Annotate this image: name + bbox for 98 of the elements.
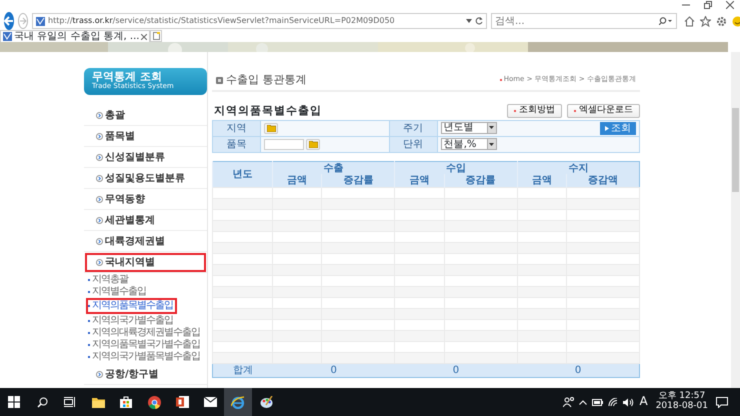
arrow-circle-icon [96,258,103,266]
arrow-circle-icon [96,238,103,244]
restore-icon[interactable] [704,1,712,9]
folder-icon [308,140,318,148]
submenu-link[interactable]: 지역별수출입 [88,286,148,298]
sidebar-item[interactable]: 품목별 [84,126,207,147]
form-label: 단위 [389,136,438,152]
total-value: 0 [272,363,395,378]
search-icon[interactable] [36,396,48,408]
refresh-icon[interactable] [475,17,483,25]
period-select[interactable]: 년도별 [440,122,497,134]
search-icon[interactable] [659,17,673,25]
notification-icon[interactable] [716,396,728,408]
column-header: 증감률 [322,174,395,188]
arrow-circle-icon [96,370,103,378]
column-header: 증감액 [566,174,640,188]
folder-icon[interactable] [92,396,104,408]
column-header: 금액 [517,174,567,188]
sidebar-title: 무역통계 조회 [92,71,162,83]
start-icon[interactable] [8,396,20,408]
arrow-right-icon [19,17,27,25]
sidebar-item[interactable]: 국내지역별 [84,252,207,273]
shopping-bag-icon[interactable] [120,396,132,408]
arrow-circle-icon [96,196,103,202]
column-group-header: 수출 [272,161,395,174]
address-bar[interactable]: http://trass.or.kr/service/statistic/StatisticsViewServlet?mainServiceURL=P02M09D050 [32,13,487,29]
section-title: 수출입 통관통계 [226,74,306,86]
new-tab-button[interactable] [150,30,162,42]
settings-icon[interactable] [716,16,726,26]
folder-icon [266,124,276,132]
column-header: 년도 [212,161,272,188]
toolbar-button[interactable]: 조회방법 [507,104,562,118]
task-view-icon[interactable] [64,397,76,407]
sidebar-item[interactable]: 세관별통계 [84,210,207,231]
browser-tab[interactable]: 국내 유일의 수출입 통계, ... [0,30,150,42]
paint-palette-icon[interactable] [260,396,272,408]
mail-icon[interactable] [204,397,216,407]
total-label: 합계 [212,363,272,378]
url-text: http://trass.or.kr/service/statistic/StatisticsViewServlet?mainServiceURL=P02M09D050 [48,16,396,26]
caret-up-icon[interactable] [579,400,588,404]
total-value: 0 [394,363,518,378]
column-header: 증감률 [444,174,518,188]
folder-button[interactable] [264,122,278,134]
arrow-circle-icon [96,154,103,160]
scrollbar[interactable] [731,52,740,388]
breadcrumb-bullet-icon [500,79,502,82]
search-field[interactable]: 검색... [491,13,677,29]
total-value: 0 [517,363,640,378]
presentation-app-icon[interactable] [176,396,188,408]
item-input[interactable] [264,138,304,150]
column-group-header: 수입 [394,161,518,174]
submenu-link[interactable]: 지역총괄 [88,274,130,286]
input-language-indicator[interactable]: A [639,395,648,409]
dropdown-icon[interactable] [466,19,472,23]
search-button[interactable]: 조회 [600,122,636,135]
wifi-icon[interactable] [608,398,618,406]
favorites-star-icon[interactable] [700,16,710,26]
web-browser-icon[interactable] [231,396,245,408]
sidebar-item[interactable]: 신성질별분류 [84,147,207,168]
arrow-circle-icon [96,132,103,140]
toolbar-button[interactable]: 엑셀다운로드 [567,104,640,118]
arrow-left-icon [4,16,14,26]
submenu-link[interactable]: 지역의국가별품목별수출입 [88,351,202,363]
people-icon[interactable] [563,397,574,407]
close-icon[interactable] [141,34,148,40]
submenu-link[interactable]: 지역의국가별수출입 [88,315,175,327]
column-header: 금액 [272,174,322,188]
section-bullet-icon [216,76,223,84]
arrow-circle-icon [96,216,103,224]
dropdown-icon [489,142,494,146]
submenu-link[interactable]: 지역의품목별국가별수출입 [88,339,202,351]
sidebar-item[interactable]: 총괄 [84,105,207,126]
sidebar-item[interactable]: 공항/항구별 [84,364,207,385]
submenu-link[interactable]: 지역의대륙경제권별수출입 [88,327,202,339]
volume-icon[interactable] [623,398,634,406]
arrow-circle-icon [96,174,103,182]
browser-icon[interactable] [148,396,160,408]
smiley-icon[interactable] [732,16,740,26]
home-icon[interactable] [684,16,694,26]
sidebar-item[interactable]: 대륙경제권별 [84,231,207,252]
folder-button[interactable] [306,138,320,150]
form-label: 주기 [389,120,438,136]
column-header: 금액 [394,174,444,188]
close-icon[interactable] [726,1,734,9]
clock[interactable]: 오후 12:57 2018-08-01 [656,392,708,412]
sidebar-item[interactable]: 무역동향 [84,189,207,210]
sidebar-item[interactable]: 성질및용도별분류 [84,168,207,189]
column-group-header: 수지 [517,161,640,174]
form-label: 지역 [212,120,260,136]
battery-icon[interactable] [592,398,604,406]
submenu-link[interactable]: 지역의품목별수출입 [88,300,175,312]
play-icon [605,126,609,131]
form-label: 품목 [212,136,260,152]
arrow-circle-icon [96,112,103,118]
dropdown-icon [489,126,494,130]
page-title: 지역의품목별수출입 [214,104,322,118]
unit-select[interactable]: 천불,% [440,138,497,150]
back-button[interactable] [4,12,14,30]
